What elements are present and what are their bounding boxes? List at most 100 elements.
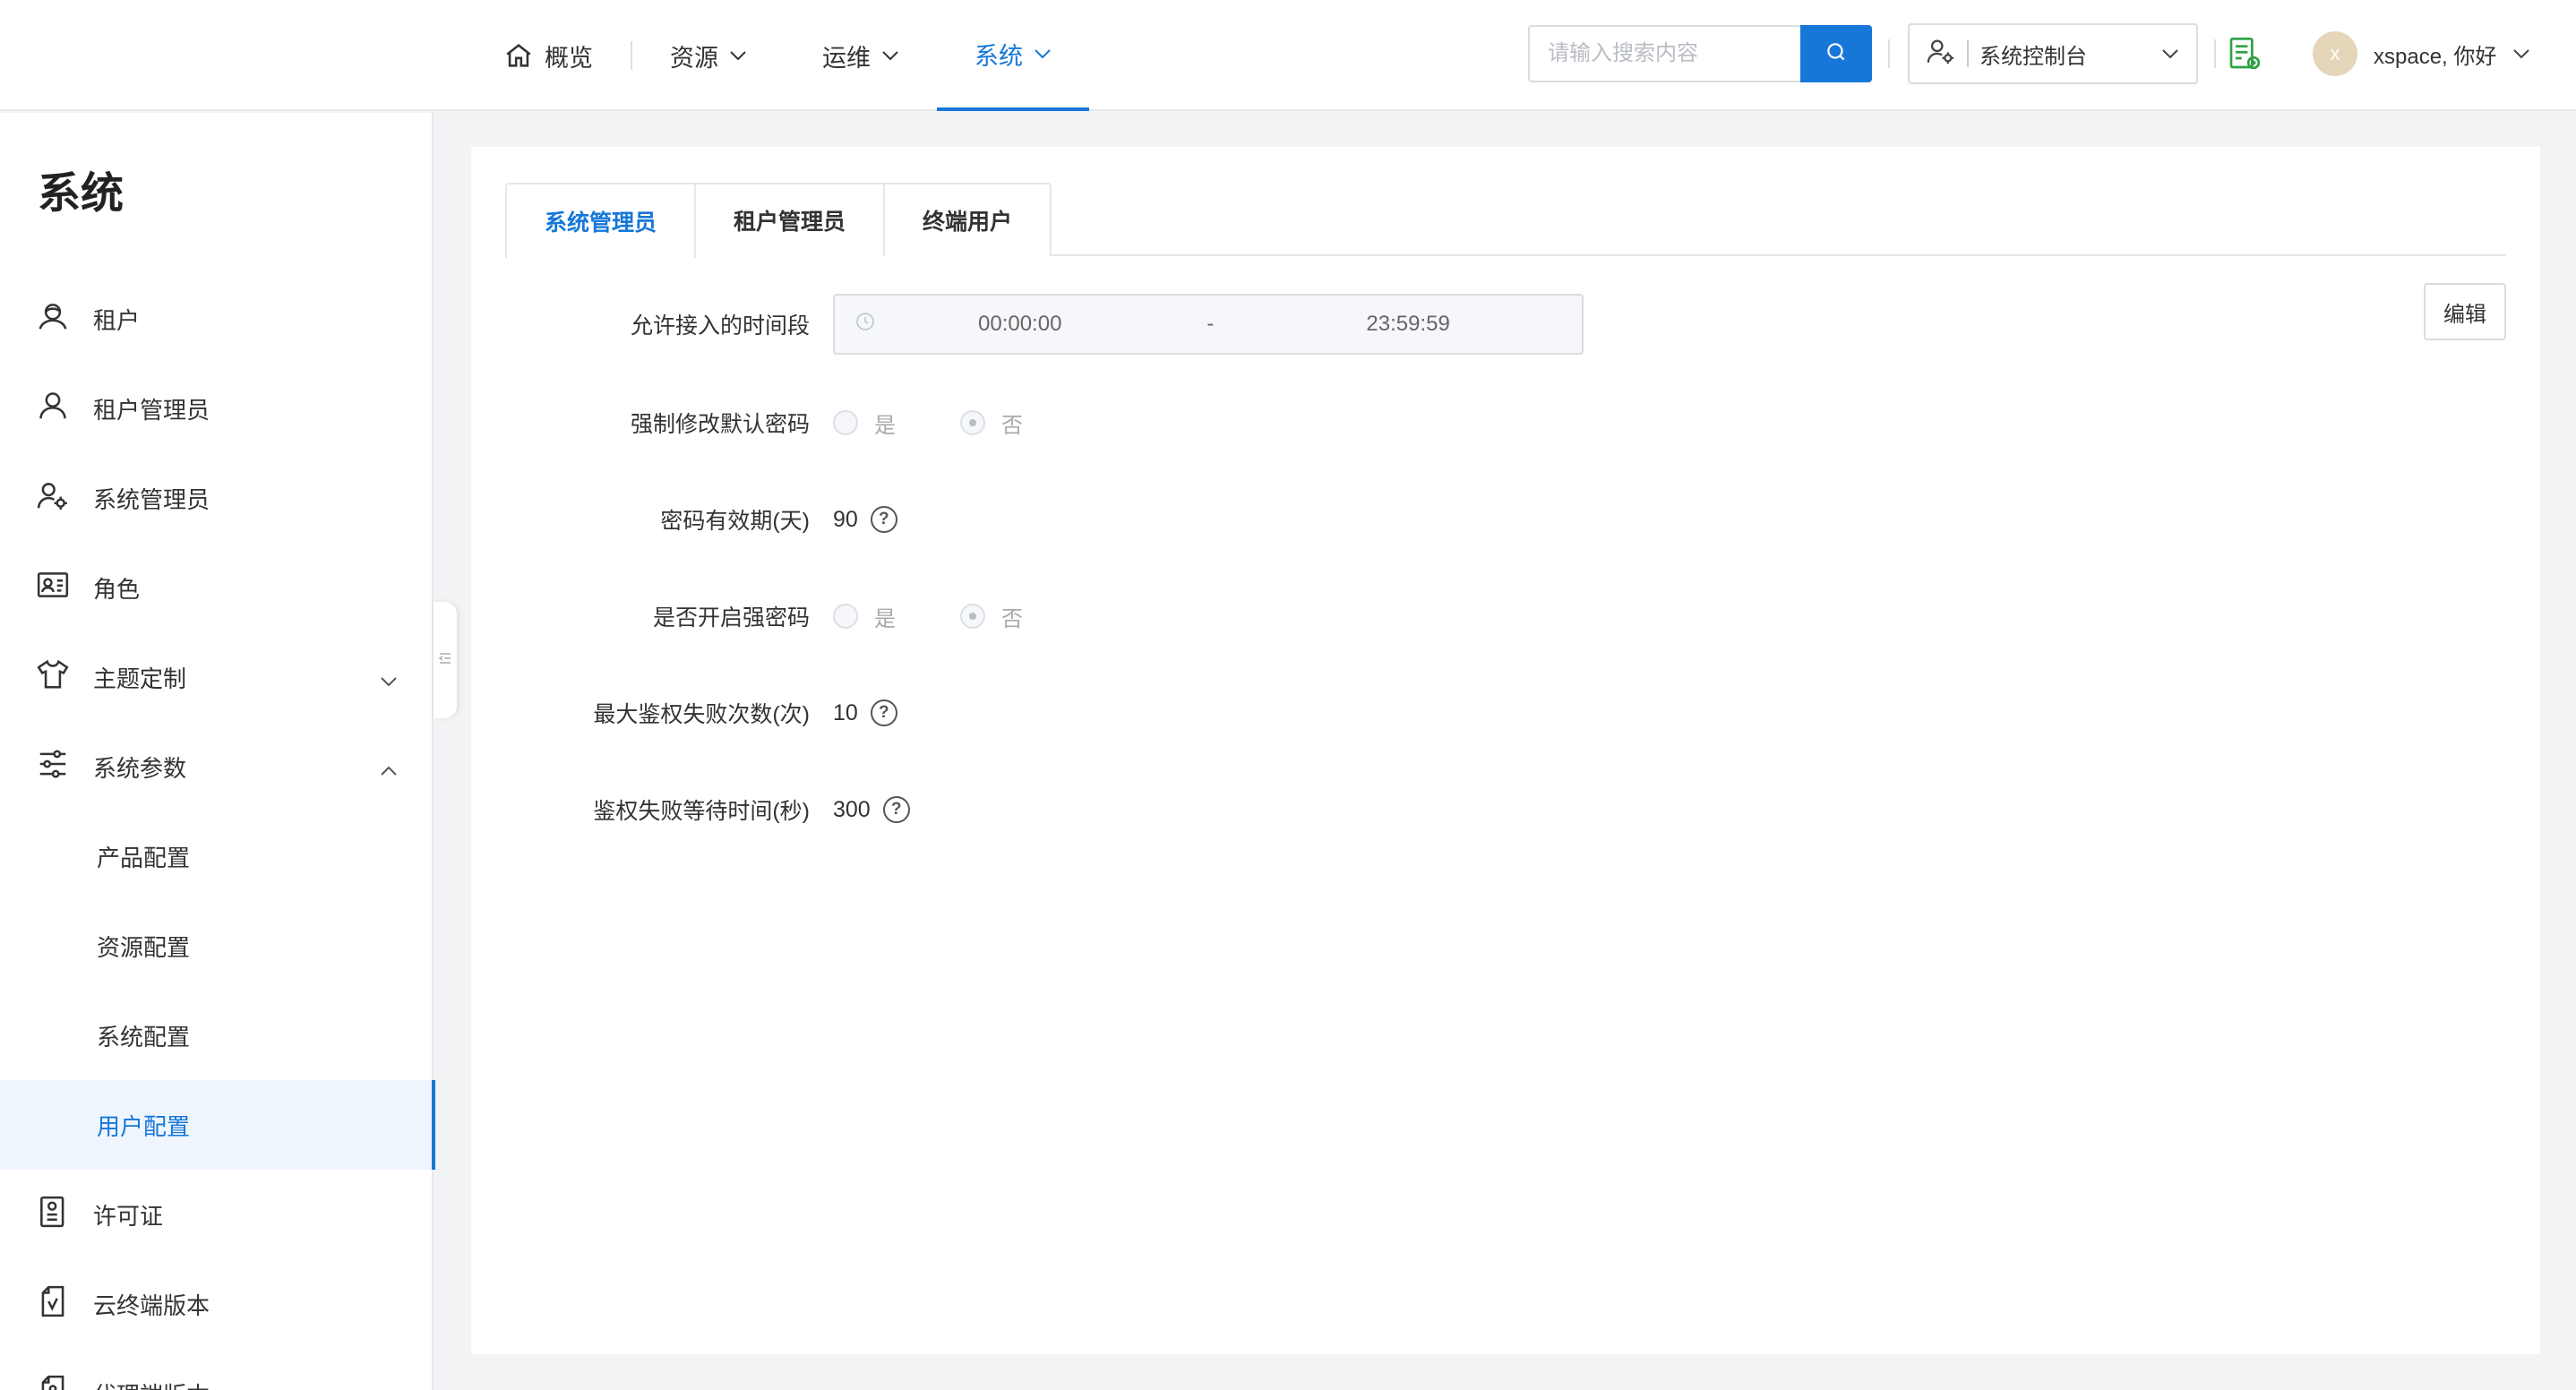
user-settings-icon (1926, 36, 1956, 73)
nav-operations[interactable]: 运维 (785, 0, 937, 111)
nav-operations-label: 运维 (822, 44, 871, 72)
sidebar-item-label: 系统参数 (93, 754, 187, 782)
pwd-validity-value: 90 ? (833, 506, 897, 533)
nav-system[interactable]: 系统 (937, 0, 1089, 111)
sidebar-item-label: 租户 (93, 306, 141, 334)
access-time-value: 00:00:00 - 23:59:59 (833, 294, 1584, 355)
nav-overview[interactable]: 概览 (466, 0, 631, 111)
force-change-yes-radio[interactable]: 是 (833, 408, 896, 439)
chevron-down-icon (380, 666, 398, 694)
edit-button[interactable]: 编辑 (2424, 283, 2506, 340)
strong-pwd-no-radio[interactable]: 否 (960, 601, 1023, 632)
form-row-max-fail: 最大鉴权失败次数(次) 10 ? (471, 682, 2263, 743)
sidebar-item-user-config[interactable]: 用户配置 (0, 1080, 435, 1170)
clock-icon (854, 311, 876, 339)
sidebar-item-theme[interactable]: 主题定制 (0, 632, 434, 722)
sidebar: 系统 租户 租户管理员 系统管理员 角色 主题定制 系统参数 产品配置 资源配置… (0, 113, 435, 1390)
cloud-terminal-icon (36, 1284, 70, 1325)
collapse-icon (438, 651, 452, 670)
access-time-start: 00:00:00 (978, 312, 1062, 336)
form-row-pwd-validity: 密码有效期(天) 90 ? (471, 489, 2263, 550)
chevron-down-icon (2160, 41, 2180, 66)
user-greeting: xspace, 你好 (2374, 44, 2497, 69)
sidebar-item-label: 云终端版本 (93, 1291, 210, 1319)
force-change-label: 强制修改默认密码 (630, 412, 810, 437)
help-icon[interactable]: ? (870, 699, 897, 726)
sidebar-item-label: 系统管理员 (93, 485, 210, 513)
max-fail-value: 10 ? (833, 699, 897, 726)
sidebar-item-label: 角色 (93, 575, 141, 603)
sliders-icon (36, 747, 70, 787)
chevron-down-icon (2512, 41, 2530, 66)
global-search (1528, 25, 1872, 82)
access-time-range[interactable]: 00:00:00 - 23:59:59 (833, 294, 1584, 355)
fail-wait-label: 鉴权失败等待时间(秒) (593, 799, 810, 824)
tab-tenant-admin[interactable]: 租户管理员 (696, 183, 886, 256)
console-select[interactable]: 系统控制台 (1908, 23, 2198, 84)
shirt-icon (36, 657, 70, 698)
license-icon (36, 1195, 70, 1235)
radio-circle (833, 410, 858, 435)
access-time-end: 23:59:59 (1366, 312, 1450, 336)
search-icon (1825, 40, 1848, 68)
strong-pwd-yes-radio[interactable]: 是 (833, 601, 896, 632)
tab-system-admin[interactable]: 系统管理员 (505, 183, 697, 258)
search-button[interactable] (1800, 25, 1872, 82)
sidebar-item-system-config[interactable]: 系统配置 (0, 991, 434, 1080)
nav-overview-label: 概览 (545, 44, 593, 72)
radio-label: 否 (1001, 606, 1023, 631)
sidebar-item-tenant[interactable]: 租户 (0, 274, 434, 364)
max-fail-number: 10 (833, 699, 858, 725)
nav-system-label: 系统 (975, 42, 1023, 70)
console-divider (1967, 40, 1969, 67)
help-icon[interactable]: ? (882, 796, 910, 823)
document-list-icon[interactable] (2227, 36, 2263, 72)
chevron-up-icon (380, 756, 398, 784)
header-divider (2214, 39, 2216, 68)
max-fail-label: 最大鉴权失败次数(次) (593, 702, 810, 727)
user-icon (36, 389, 70, 429)
tab-end-user[interactable]: 终端用户 (885, 183, 1052, 256)
main-nav: 概览 资源 运维 系统 (466, 0, 1089, 111)
avatar: x (2313, 31, 2357, 76)
sidebar-item-system-params[interactable]: 系统参数 (0, 722, 434, 811)
strong-pwd-value: 是 否 (833, 601, 1075, 632)
console-label: 系统控制台 (1979, 44, 2087, 69)
radio-label: 是 (874, 606, 896, 631)
sidebar-item-label: 资源配置 (97, 933, 191, 961)
sidebar-item-product-config[interactable]: 产品配置 (0, 811, 434, 901)
sidebar-item-license[interactable]: 许可证 (0, 1170, 434, 1259)
sidebar-item-label: 主题定制 (93, 665, 187, 692)
user-menu[interactable]: x xspace, 你好 (2313, 29, 2530, 79)
radio-circle (833, 604, 858, 629)
chevron-down-icon (1034, 47, 1052, 60)
radio-label: 否 (1001, 413, 1023, 438)
force-change-value: 是 否 (833, 408, 1075, 439)
chevron-down-icon (729, 49, 747, 62)
nav-resources-label: 资源 (670, 44, 718, 72)
sidebar-item-tenant-admin[interactable]: 租户管理员 (0, 364, 434, 453)
sidebar-item-role[interactable]: 角色 (0, 543, 434, 632)
sidebar-item-label: 许可证 (93, 1202, 164, 1230)
fail-wait-value: 300 ? (833, 796, 910, 823)
sidebar-item-label: 代理端版本 (93, 1377, 210, 1390)
sidebar-item-resource-config[interactable]: 资源配置 (0, 901, 434, 991)
chevron-down-icon (881, 49, 899, 62)
main-content: 系统管理员 租户管理员 终端用户 编辑 允许接入的时间段 00:00:00 - … (471, 147, 2540, 1354)
home-icon (503, 40, 534, 71)
access-time-separator: - (1206, 312, 1215, 336)
tabs: 系统管理员 租户管理员 终端用户 (505, 183, 2506, 258)
help-icon[interactable]: ? (870, 506, 897, 533)
nav-resources[interactable]: 资源 (632, 0, 785, 111)
sidebar-item-system-admin[interactable]: 系统管理员 (0, 453, 434, 543)
force-change-no-radio[interactable]: 否 (960, 408, 1023, 439)
sidebar-item-label: 产品配置 (97, 844, 191, 871)
radio-circle-checked (960, 604, 985, 629)
radio-circle-checked (960, 410, 985, 435)
sidebar-item-cloud-terminal-version[interactable]: 云终端版本 (0, 1259, 434, 1349)
search-input[interactable] (1528, 25, 1800, 82)
sidebar-item-agent-version[interactable]: 代理端版本 (0, 1349, 434, 1390)
pwd-validity-label: 密码有效期(天) (660, 509, 810, 534)
sidebar-collapse-handle[interactable] (434, 602, 457, 718)
sidebar-title: 系统 (38, 170, 125, 218)
